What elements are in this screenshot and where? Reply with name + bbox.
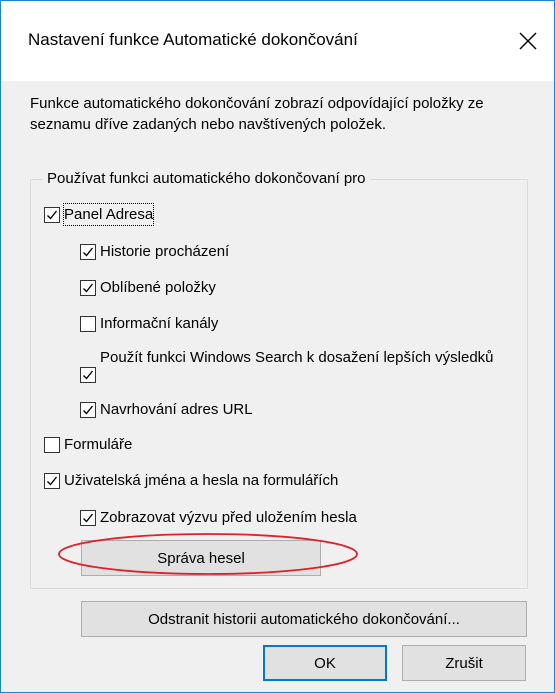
checkbox-windows-search[interactable]: Použít funkci Windows Search k dosažení … [80, 348, 530, 383]
checkbox-feeds[interactable]: Informační kanály [80, 313, 218, 334]
checkbox-ask-before-save[interactable]: Zobrazovat výzvu před uložením hesla [80, 507, 357, 528]
checkmark-icon [83, 513, 94, 523]
ok-button[interactable]: OK [263, 645, 387, 681]
checkmark-icon [83, 247, 94, 257]
checkbox-label: Panel Adresa [62, 203, 155, 226]
checkbox-label: Uživatelská jména a hesla na formulářích [64, 472, 339, 489]
checkbox-box[interactable] [80, 244, 96, 260]
checkmark-icon [83, 405, 94, 415]
checkbox-label: Oblíbené položky [100, 279, 216, 296]
checkbox-box[interactable] [80, 316, 96, 332]
checkbox-forms[interactable]: Formuláře [44, 434, 132, 455]
checkmark-icon [47, 210, 58, 220]
dialog-window: Nastavení funkce Automatické dokončování… [0, 0, 555, 693]
checkbox-label: Informační kanály [100, 315, 219, 332]
checkbox-box[interactable] [44, 473, 60, 489]
checkbox-suggest-urls[interactable]: Navrhování adres URL [80, 399, 253, 420]
checkbox-browsing-history[interactable]: Historie procházení [80, 241, 229, 262]
checkbox-box[interactable] [80, 510, 96, 526]
cancel-button[interactable]: Zrušit [402, 645, 526, 681]
checkbox-label: Použít funkci Windows Search k dosažení … [100, 349, 494, 366]
close-button[interactable] [502, 19, 554, 63]
clear-history-button[interactable]: Odstranit historii automatického dokončo… [81, 601, 527, 637]
checkbox-label: Historie procházení [100, 243, 230, 260]
checkbox-label: Navrhování adres URL [100, 401, 253, 418]
groupbox-legend: Používat funkci automatického dokončovan… [43, 170, 370, 187]
checkbox-box[interactable] [80, 367, 96, 383]
manage-passwords-button[interactable]: Správa hesel [81, 540, 321, 576]
checkbox-usernames-passwords[interactable]: Uživatelská jména a hesla na formulářích [44, 470, 338, 491]
checkmark-icon [83, 283, 94, 293]
checkmark-icon [47, 476, 58, 486]
checkbox-favorites[interactable]: Oblíbené položky [80, 277, 216, 298]
title-bar: Nastavení funkce Automatické dokončování [1, 1, 554, 81]
checkbox-box[interactable] [44, 207, 60, 223]
checkbox-address-bar[interactable]: Panel Adresa [44, 203, 155, 226]
checkmark-icon [83, 370, 94, 380]
description-text: Funkce automatického dokončování zobrazí… [30, 95, 484, 133]
close-icon [519, 32, 537, 50]
checkbox-label: Zobrazovat výzvu před uložením hesla [100, 509, 357, 526]
checkbox-box[interactable] [80, 280, 96, 296]
checkbox-box[interactable] [80, 402, 96, 418]
window-title: Nastavení funkce Automatické dokončování [28, 30, 358, 49]
checkbox-label: Formuláře [64, 436, 133, 453]
checkbox-box[interactable] [44, 437, 60, 453]
